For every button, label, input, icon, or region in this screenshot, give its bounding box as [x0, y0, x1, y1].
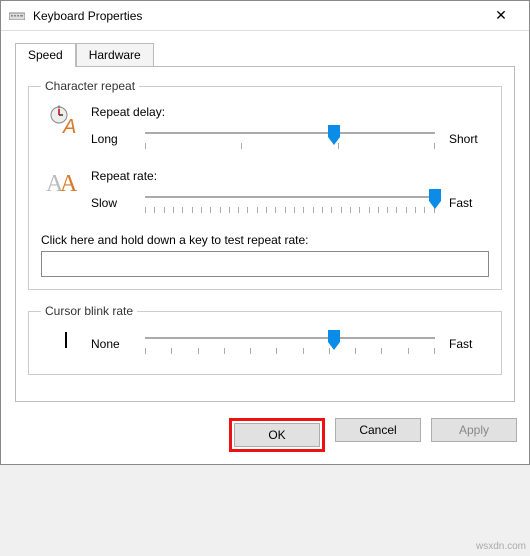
- repeat-delay-label: Repeat delay:: [91, 105, 489, 119]
- group-cursor-blink-legend: Cursor blink rate: [41, 304, 137, 318]
- apply-button[interactable]: Apply: [431, 418, 517, 442]
- cursor-blink-right: Fast: [449, 337, 489, 351]
- cancel-button[interactable]: Cancel: [335, 418, 421, 442]
- group-character-repeat: Character repeat A: [28, 79, 502, 290]
- repeat-delay-slider[interactable]: [145, 125, 435, 153]
- cursor-blink-thumb[interactable]: [328, 330, 340, 350]
- repeat-delay-right: Short: [449, 132, 489, 146]
- ok-button[interactable]: OK: [234, 423, 320, 447]
- repeat-delay-icon: A: [49, 105, 83, 140]
- test-repeat-input[interactable]: [41, 251, 489, 277]
- tab-speed[interactable]: Speed: [15, 43, 76, 67]
- client-area: Speed Hardware Character repeat A: [1, 31, 529, 410]
- repeat-rate-label: Repeat rate:: [91, 169, 489, 183]
- test-repeat-label: Click here and hold down a key to test r…: [41, 233, 489, 247]
- dialog-buttons: OK Cancel Apply: [1, 410, 529, 464]
- close-button[interactable]: ✕: [481, 7, 521, 24]
- cursor-blink-slider[interactable]: [145, 330, 435, 358]
- repeat-rate-left: Slow: [91, 196, 131, 210]
- repeat-delay-thumb[interactable]: [328, 125, 340, 145]
- repeat-delay-left: Long: [91, 132, 131, 146]
- dialog-window: Keyboard Properties ✕ Speed Hardware Cha…: [0, 0, 530, 465]
- group-character-repeat-legend: Character repeat: [41, 79, 139, 93]
- tab-panel-speed: Character repeat A: [15, 66, 515, 402]
- watermark: wsxdn.com: [476, 541, 526, 552]
- repeat-rate-right: Fast: [449, 196, 489, 210]
- tab-hardware[interactable]: Hardware: [76, 43, 154, 67]
- repeat-rate-slider[interactable]: [145, 189, 435, 217]
- titlebar: Keyboard Properties ✕: [1, 1, 529, 31]
- dialog-title: Keyboard Properties: [33, 9, 142, 23]
- repeat-rate-thumb[interactable]: [429, 189, 441, 209]
- cursor-blink-left: None: [91, 337, 131, 351]
- keyboard-icon: [9, 7, 25, 25]
- repeat-rate-icon: A A: [46, 169, 86, 202]
- svg-text:A: A: [62, 116, 76, 135]
- cursor-blink-preview: [61, 330, 71, 355]
- ok-highlight: OK: [229, 418, 325, 452]
- group-cursor-blink: Cursor blink rate None: [28, 304, 502, 375]
- svg-text:A: A: [60, 171, 78, 197]
